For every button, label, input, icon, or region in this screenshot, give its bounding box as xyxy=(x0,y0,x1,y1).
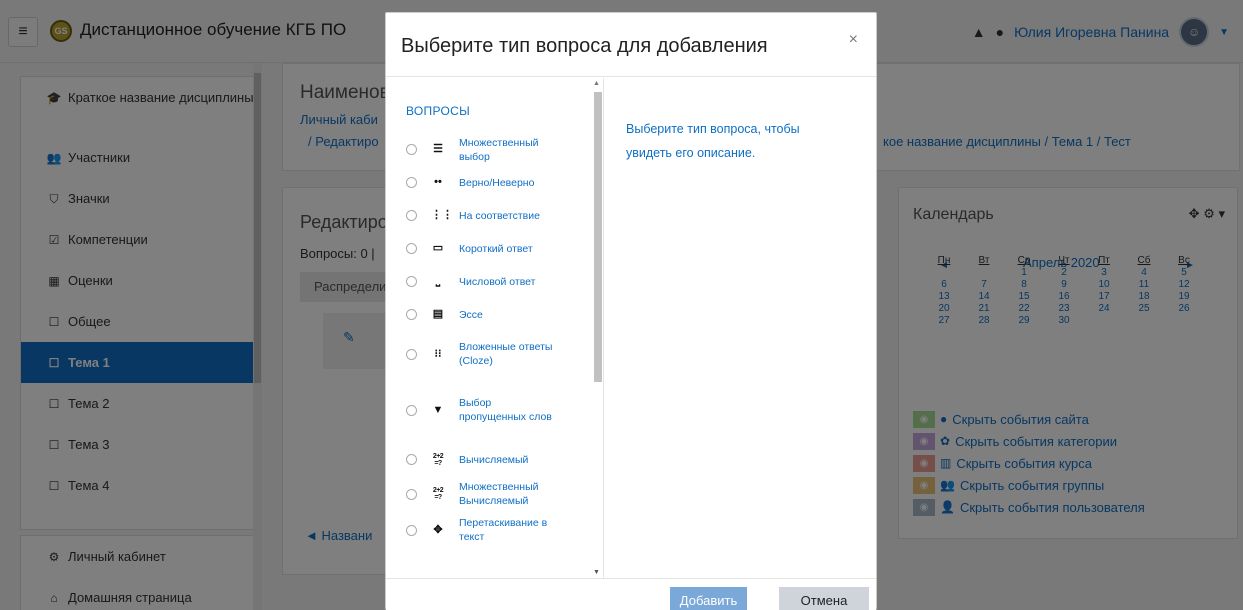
match-icon: ⋮⋮ xyxy=(431,209,453,221)
radio-button[interactable] xyxy=(406,488,417,500)
question-type-label: Эссе xyxy=(459,308,483,321)
calculated-icon: 2+2 =? xyxy=(432,452,444,467)
radio-button[interactable] xyxy=(406,404,417,416)
question-type-option[interactable]: ✥ Перетаскивание в текст xyxy=(386,512,591,548)
radio-button[interactable] xyxy=(406,243,417,254)
question-type-option[interactable]: 2+2 =? Вычисляемый xyxy=(386,443,591,476)
question-type-label: Перетаскивание в текст xyxy=(459,517,548,543)
radio-button[interactable] xyxy=(406,524,417,536)
numerical-icon: ⎵ xyxy=(435,275,441,287)
add-button[interactable]: Добавить xyxy=(670,587,747,610)
options-scrollbar[interactable]: ▲ ▼ xyxy=(591,78,603,578)
radio-button[interactable] xyxy=(406,210,417,221)
shortanswer-icon: ▭ xyxy=(432,242,444,254)
app-root: ≡ GS Дистанционное обучение КГБ ПО ▲ ● Ю… xyxy=(0,0,1243,610)
scroll-up-icon[interactable]: ▲ xyxy=(593,80,600,87)
type-description: Выберите тип вопроса, чтобы увидеть его … xyxy=(626,122,800,160)
question-type-label: Числовой ответ xyxy=(459,275,536,288)
question-type-list: ВОПРОСЫ ☰ Множественный выбор •• Верно/Неве… xyxy=(386,78,604,578)
question-type-dialog: Выберите тип вопроса для добавления × ВО… xyxy=(385,12,877,610)
radio-button[interactable] xyxy=(406,309,417,320)
question-type-label: Выбор пропущенных слов xyxy=(459,397,552,423)
ddwtos-icon: ✥ xyxy=(433,523,443,536)
scroll-down-icon[interactable]: ▼ xyxy=(593,569,600,576)
radio-button[interactable] xyxy=(406,144,417,155)
close-icon[interactable]: × xyxy=(849,31,858,49)
question-type-label: Множественный Вычисляемый xyxy=(459,481,539,507)
essay-icon: ▤ xyxy=(432,308,444,320)
question-type-label: Верно/Неверно xyxy=(459,176,535,189)
options: ☰ Множественный выбор •• Верно/Неверно ⋮⋮ На … xyxy=(386,133,591,548)
question-type-option[interactable]: ⎵ Числовой ответ xyxy=(386,265,591,298)
question-type-label: Вложенные ответы (Cloze) xyxy=(459,341,553,367)
dialog-title: Выберите тип вопроса для добавления xyxy=(401,35,768,57)
radio-button[interactable] xyxy=(406,276,417,287)
section-header: ВОПРОСЫ xyxy=(406,104,471,118)
calcmulti-icon: 2+2 =? xyxy=(432,487,444,501)
question-type-option[interactable]: ▤ Эссе xyxy=(386,298,591,331)
question-type-label: Множественный выбор xyxy=(459,136,539,163)
question-type-option[interactable]: ⋮⋮ На соответствие xyxy=(386,199,591,232)
multichoice-icon: ☰ xyxy=(433,143,443,155)
question-type-option[interactable]: ⁝⁝ Вложенные ответы (Cloze) xyxy=(386,331,591,377)
dropdown-icon: ▼ xyxy=(432,403,444,416)
dialog-footer: Добавить Отмена xyxy=(386,578,876,610)
radio-button[interactable] xyxy=(406,454,417,465)
cancel-button[interactable]: Отмена xyxy=(779,587,869,610)
truefalse-icon: •• xyxy=(434,176,442,188)
cloze-icon: ⁝⁝ xyxy=(434,347,442,360)
question-type-label: На соответствие xyxy=(459,209,540,222)
question-type-option[interactable]: ▼ Выбор пропущенных слов xyxy=(386,377,591,443)
question-type-label: Короткий ответ xyxy=(459,242,533,255)
question-type-option[interactable]: ▭ Короткий ответ xyxy=(386,232,591,265)
radio-button[interactable] xyxy=(406,348,417,360)
radio-button[interactable] xyxy=(406,177,417,188)
question-type-option[interactable]: •• Верно/Неверно xyxy=(386,166,591,199)
question-type-option[interactable]: ☰ Множественный выбор xyxy=(386,133,591,166)
question-type-option[interactable]: 2+2 =? Множественный Вычисляемый xyxy=(386,476,591,512)
question-type-label: Вычисляемый xyxy=(459,453,529,466)
dialog-header: Выберите тип вопроса для добавления × xyxy=(386,13,876,77)
